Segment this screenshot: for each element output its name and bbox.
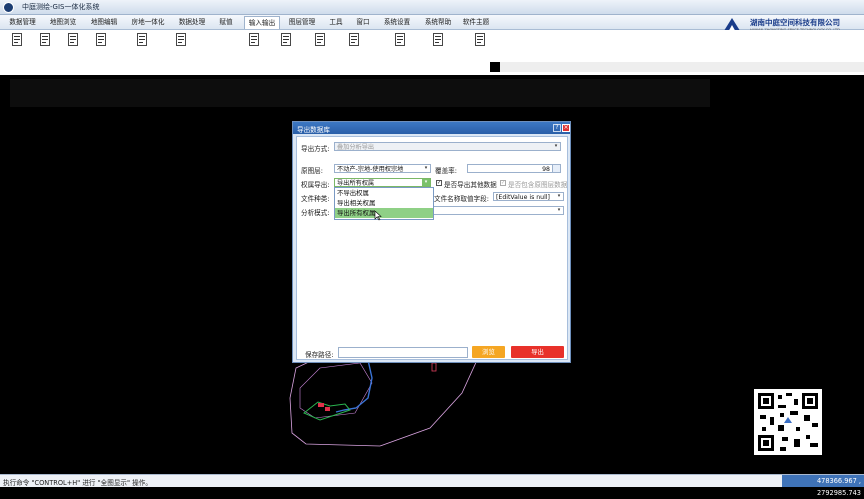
- menu-item[interactable]: 窗口: [352, 16, 374, 28]
- spin-button-icon[interactable]: [552, 165, 560, 172]
- coverage-label: 覆盖率:: [435, 167, 458, 175]
- help-icon[interactable]: ?: [553, 124, 561, 132]
- export-mode-select[interactable]: 叠加分析导出 ▾: [334, 142, 561, 151]
- app-title: 中庭测绘-GIS一体化系统: [22, 3, 100, 11]
- menu-item[interactable]: 数据管理: [5, 16, 40, 28]
- coverage-input[interactable]: 98: [467, 164, 561, 173]
- close-icon[interactable]: ×: [562, 124, 570, 132]
- export-mode-label: 导出方式:: [301, 145, 330, 153]
- copy-icon: [349, 33, 359, 46]
- chevron-down-icon: ▾: [424, 165, 428, 171]
- import-shp-icon: [68, 33, 78, 46]
- table-icon: [281, 33, 291, 46]
- source-layer-value: 不动产-宗地-使用权宗地: [337, 166, 404, 173]
- chevron-down-icon: ▾: [422, 179, 430, 186]
- rights-export-value: 导出所有权属: [337, 180, 375, 187]
- canvas-strip: [0, 72, 864, 75]
- export-file-icon: [40, 33, 50, 46]
- printer-icon: [315, 33, 325, 46]
- menu-item[interactable]: 系统帮助: [420, 16, 456, 28]
- dropdown-option[interactable]: 不导出权属: [335, 188, 433, 198]
- qr-code: [754, 389, 822, 455]
- rights-export-dropdown: 不导出权属 导出相关权属 导出所有权属: [334, 187, 434, 220]
- export-mode-value: 叠加分析导出: [337, 144, 375, 151]
- chevron-down-icon: ▾: [557, 193, 561, 199]
- check-overlap-label: 是否包含原图层数据: [508, 181, 568, 189]
- source-layer-select[interactable]: 不动产-宗地-使用权宗地 ▾: [334, 164, 431, 173]
- menu-item[interactable]: 软件主题: [460, 16, 492, 28]
- save-path-input[interactable]: [338, 347, 468, 358]
- menu-item[interactable]: 地图编辑: [86, 16, 122, 28]
- filename-field-select[interactable]: [EditValue is null] ▾: [493, 192, 564, 201]
- export-shp-icon: [96, 33, 106, 46]
- dropdown-option[interactable]: 导出所有权属: [335, 208, 433, 218]
- chevron-down-icon: ▾: [554, 143, 558, 149]
- canvas-strip: [0, 62, 490, 72]
- status-bar: 执行命令 "CONTROL+H" 进行 "全图显示" 操作。 478366.96…: [0, 474, 864, 497]
- filename-field-value: [EditValue is null]: [496, 194, 550, 201]
- mouse-cursor-icon: [374, 211, 382, 221]
- rights-export-label: 权属导出:: [301, 181, 330, 189]
- dropdown-option[interactable]: 导出相关权属: [335, 198, 433, 208]
- menu-item[interactable]: 图层管理: [284, 16, 320, 28]
- export-other-label: 是否导出其他数据: [444, 181, 497, 189]
- menu-item[interactable]: 赋值: [214, 16, 238, 28]
- menu-item[interactable]: 地图浏览: [45, 16, 81, 28]
- menu-item[interactable]: 系统设置: [379, 16, 415, 28]
- dialog-title: 导出数据库: [297, 126, 330, 134]
- rights-export-select[interactable]: 导出所有权属 ▾: [334, 178, 431, 187]
- analysis-mode-label: 分析模式:: [301, 209, 330, 217]
- browse-button[interactable]: 浏览: [472, 346, 505, 358]
- menu-item[interactable]: 工具: [325, 16, 347, 28]
- filename-field-label: 文件名称取值字段:: [434, 195, 489, 203]
- company-name: 湖南中庭空间科技有限公司: [750, 18, 840, 27]
- coordinates-readout: 478366.967 , 2792985.743: [782, 475, 864, 497]
- coverage-value: 98: [542, 166, 550, 173]
- menu-item[interactable]: 数据处理: [174, 16, 210, 28]
- export-other-checkbox[interactable]: ✓: [436, 180, 442, 186]
- canvas-strip: [500, 62, 864, 72]
- title-bar: 中庭测绘-GIS一体化系统: [0, 0, 864, 15]
- settings-gear-icon: [475, 33, 485, 46]
- joint-export-icon: [137, 33, 147, 46]
- database-icon: [176, 33, 186, 46]
- canvas-noise: [10, 79, 710, 107]
- source-layer-label: 原图层:: [301, 167, 324, 175]
- menu-item[interactable]: 输入输出: [244, 16, 280, 29]
- chevron-down-icon: ▾: [557, 207, 561, 213]
- word-icon: [249, 33, 259, 46]
- search-map-icon: [433, 33, 443, 46]
- menu-item[interactable]: 房地一体化: [127, 16, 169, 28]
- file-type-label: 文件种类:: [301, 195, 330, 203]
- export-database-dialog: 导出数据库 ? × 导出方式: 叠加分析导出 ▾ 原图层: 不动产-宗地-使用权…: [292, 121, 571, 363]
- export-button[interactable]: 导出: [511, 346, 564, 358]
- qr-code-icon: [758, 393, 818, 451]
- save-path-label: 保存路径:: [305, 351, 334, 359]
- app-logo-icon: [3, 2, 14, 13]
- analysis-mode-select[interactable]: ▾: [433, 206, 564, 215]
- report-icon: [395, 33, 405, 46]
- import-file-icon: [12, 33, 22, 46]
- dialog-title-bar[interactable]: 导出数据库 ? ×: [293, 122, 570, 134]
- check-overlap-checkbox[interactable]: ✓: [500, 180, 506, 186]
- ribbon-lower: [0, 49, 490, 62]
- dialog-body: 导出方式: 叠加分析导出 ▾ 原图层: 不动产-宗地-使用权宗地 ▾ 覆盖率: …: [296, 136, 568, 360]
